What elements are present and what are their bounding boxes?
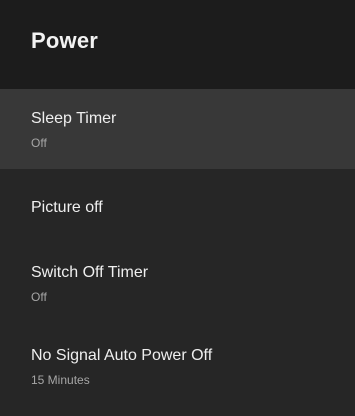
menu-item-label: Switch Off Timer — [31, 264, 149, 281]
page-title: Power — [31, 28, 99, 53]
menu-item-label: No Signal Auto Power Off — [31, 347, 213, 364]
menu-item-value: Off — [31, 290, 47, 304]
menu-item-switch-off-timer[interactable]: Switch Off Timer Off — [0, 231, 355, 313]
menu-item-label: Picture off — [31, 199, 103, 216]
menu-item-value: 15 Minutes — [31, 373, 90, 387]
menu-item-value: Off — [31, 136, 47, 150]
menu-item-no-signal-auto-power-off[interactable]: No Signal Auto Power Off 15 Minutes — [0, 313, 355, 416]
power-settings-panel: Power Sleep Timer Off Picture off Switch… — [0, 0, 355, 416]
panel-header: Power — [0, 0, 355, 89]
menu-item-sleep-timer[interactable]: Sleep Timer Off — [0, 89, 355, 169]
settings-list: Sleep Timer Off Picture off Switch Off T… — [0, 89, 355, 416]
menu-item-label: Sleep Timer — [31, 110, 117, 127]
menu-item-picture-off[interactable]: Picture off — [0, 169, 355, 231]
